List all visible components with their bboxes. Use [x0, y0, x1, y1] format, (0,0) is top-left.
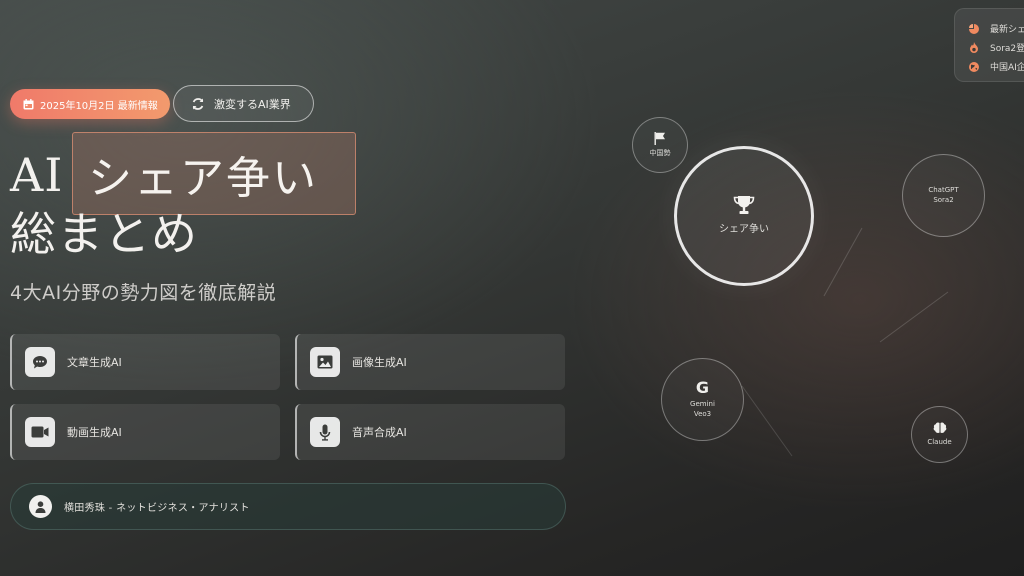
- author-bar[interactable]: 横田秀珠 - ネットビジネス・アナリスト: [10, 483, 566, 530]
- industry-badge[interactable]: 激変するAI業界: [173, 85, 314, 122]
- node-label-line2: Veo3: [693, 409, 712, 418]
- pie-chart-icon: [969, 23, 981, 34]
- brain-icon: [933, 422, 947, 434]
- video-camera-icon: [25, 417, 55, 447]
- node-chatgpt[interactable]: ChatGPT Sora2: [902, 154, 985, 237]
- legend-label: 最新シェア: [990, 25, 1024, 35]
- user-icon: [29, 495, 52, 518]
- legend-item-china[interactable]: 中国AI企業: [969, 57, 1024, 76]
- category-label: 動画生成AI: [67, 426, 122, 439]
- google-icon: G: [695, 378, 710, 398]
- node-label: Claude: [927, 437, 952, 446]
- category-card-image-ai[interactable]: 画像生成AI: [295, 334, 565, 390]
- category-label: 画像生成AI: [352, 356, 407, 369]
- node-label-line2: Sora2: [933, 195, 954, 204]
- category-card-video-ai[interactable]: 動画生成AI: [10, 404, 280, 460]
- legend-item-share[interactable]: 最新シェア: [969, 19, 1024, 38]
- node-label-line1: Gemini: [690, 400, 715, 409]
- calendar-icon: [23, 98, 34, 110]
- line-chatgpt-claude: [879, 291, 949, 343]
- node-center[interactable]: シェア争い: [674, 146, 814, 286]
- line-center-chatgpt: [823, 227, 863, 297]
- category-card-text-ai[interactable]: 文章生成AI: [10, 334, 280, 390]
- legend-item-sora2[interactable]: Sora2登場: [969, 38, 1024, 57]
- legend-label: Sora2登場: [990, 44, 1024, 54]
- fire-icon: [969, 42, 981, 53]
- author-label: 横田秀珠 - ネットビジネス・アナリスト: [64, 503, 250, 514]
- trophy-icon: [733, 195, 755, 215]
- line-gemini: [741, 385, 793, 457]
- node-label: シェア争い: [719, 224, 769, 236]
- globe-icon: [969, 61, 981, 72]
- category-label: 音声合成AI: [352, 426, 407, 439]
- chat-bubble-icon: [25, 347, 55, 377]
- node-label-line1: ChatGPT: [928, 186, 959, 195]
- industry-badge-label: 激変するAI業界: [214, 97, 291, 111]
- node-gemini[interactable]: G Gemini Veo3: [661, 358, 744, 441]
- category-card-voice-ai[interactable]: 音声合成AI: [295, 404, 565, 460]
- legend-panel: 最新シェア Sora2登場 中国AI企業: [954, 8, 1024, 82]
- refresh-icon: [191, 97, 205, 111]
- node-label: 中国勢: [649, 148, 671, 157]
- date-badge: 2025年10月2日 最新情報: [10, 89, 170, 119]
- title-line-2: 総まとめ: [10, 207, 198, 261]
- title-prefix: AI: [10, 148, 64, 202]
- image-icon: [310, 347, 340, 377]
- microphone-icon: [310, 417, 340, 447]
- node-china[interactable]: 中国勢: [632, 117, 688, 173]
- legend-label: 中国AI企業: [990, 63, 1024, 73]
- subtitle: 4大AI分野の勢力図を徹底解説: [10, 282, 277, 304]
- node-claude[interactable]: Claude: [911, 406, 968, 463]
- category-label: 文章生成AI: [67, 356, 122, 369]
- title-highlight: シェア争い: [72, 132, 356, 215]
- date-badge-label: 2025年10月2日 最新情報: [40, 100, 158, 112]
- flag-icon: [654, 131, 666, 145]
